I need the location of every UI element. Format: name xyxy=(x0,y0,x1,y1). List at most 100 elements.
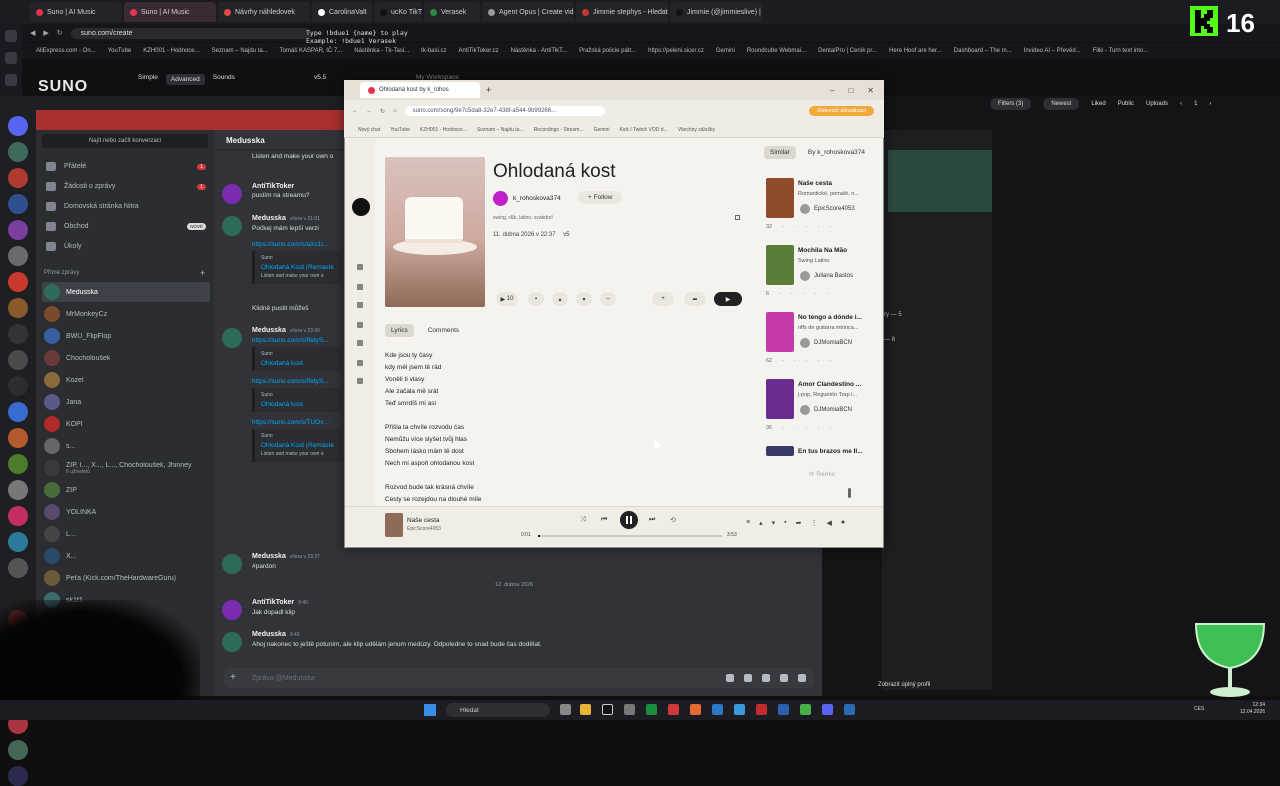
dm-item[interactable]: Kozel xyxy=(42,370,210,390)
add-to-playlist-icon[interactable]: + xyxy=(652,292,674,306)
play-button[interactable]: ▶ xyxy=(714,292,742,306)
copy-icon[interactable] xyxy=(735,215,740,220)
more-icon[interactable]: · xyxy=(826,291,828,297)
dislike-icon[interactable]: · xyxy=(794,224,796,230)
similar-artist[interactable]: DJMomiaBCN xyxy=(800,338,852,348)
dm-item[interactable]: Peťa (Kick.com/TheHardwareGuru) xyxy=(42,568,210,588)
message-author[interactable]: AntiTikToker 9:40 xyxy=(252,598,792,608)
dm-item[interactable]: Medusska xyxy=(42,282,210,302)
emoji-icon[interactable] xyxy=(780,674,788,682)
dm-nav-item[interactable]: Úkoly xyxy=(46,242,206,251)
dm-item[interactable]: L... xyxy=(42,524,210,544)
more-icon[interactable]: · xyxy=(830,224,832,230)
attach-icon[interactable]: + xyxy=(230,672,236,683)
liked-toggle[interactable]: Liked xyxy=(1091,101,1105,107)
avatar[interactable] xyxy=(222,216,242,236)
rail-icon[interactable] xyxy=(5,52,17,64)
suno-logo[interactable]: SUNO xyxy=(38,78,88,96)
similar-song-card[interactable]: Naše cesta Romantické, pomalé, n... EpicSc… xyxy=(766,178,878,242)
comment-icon[interactable]: · xyxy=(803,291,805,297)
bookmark-item[interactable]: Recordings - Stream... xyxy=(534,127,584,133)
server-icon[interactable] xyxy=(8,376,28,396)
dislike-icon[interactable]: · xyxy=(794,358,796,364)
dm-item[interactable]: Chocholoušek xyxy=(42,348,210,368)
like-icon[interactable]: · xyxy=(782,425,784,431)
app-icon[interactable] xyxy=(712,704,723,715)
player-thumbnail[interactable] xyxy=(385,513,403,537)
server-icon[interactable] xyxy=(8,194,28,214)
dm-item[interactable]: YOLINKA xyxy=(42,502,210,522)
server-icon[interactable] xyxy=(8,116,28,136)
library-nav-icon[interactable] xyxy=(357,340,363,346)
bookmark-item[interactable]: Roundcube Webmai... xyxy=(747,48,806,54)
dm-item[interactable]: MrMonkeyCz xyxy=(42,304,210,324)
link-embed[interactable]: Suno Ohlodaná Kost (Remaste Listen and mak… xyxy=(252,429,342,462)
bookmark-item[interactable]: AntiTikToker.cz xyxy=(459,48,499,54)
apps-icon[interactable] xyxy=(798,674,806,682)
bookmark-item[interactable]: KZH001 - Hodnoce... xyxy=(420,127,467,133)
dm-item[interactable]: X... xyxy=(42,546,210,566)
bookmark-item[interactable]: DentalPro | Ceník pr... xyxy=(818,48,877,54)
song-thumbnail[interactable] xyxy=(766,446,794,456)
dm-nav-item[interactable]: Domovská stránka Nitra xyxy=(46,202,206,211)
share-icon[interactable]: · xyxy=(815,291,817,297)
bookmark-item[interactable]: https://peleni.sicer.cz xyxy=(648,48,704,54)
next-page-icon[interactable]: › xyxy=(1209,101,1211,107)
similar-artist[interactable]: EpicScore4053 xyxy=(800,204,855,214)
tab-advanced[interactable]: Advanced xyxy=(165,74,205,85)
song-thumbnail[interactable] xyxy=(766,178,794,218)
workspace-row[interactable]: — 8 xyxy=(884,337,895,343)
dislike-icon[interactable]: ▾ xyxy=(576,292,592,306)
browser-icon[interactable] xyxy=(690,704,701,715)
browser-tab[interactable]: Suno | AI Music xyxy=(124,2,216,22)
bookmark-item[interactable]: Kick / Twitch VOD d... xyxy=(619,127,667,133)
embed-title[interactable]: Ohlodaná kost xyxy=(261,359,336,368)
popup-tab[interactable]: Ohlodaná kost by k_rohos xyxy=(360,82,480,98)
server-icon[interactable] xyxy=(8,402,28,422)
tab-simple[interactable]: Simple xyxy=(138,74,158,85)
bookmark-item[interactable]: Nový chat xyxy=(358,127,380,133)
pause-button[interactable] xyxy=(620,511,638,529)
dm-search-button[interactable]: Najít nebo začít konverzaci xyxy=(42,134,208,148)
gif-icon[interactable] xyxy=(744,674,752,682)
dm-item[interactable]: KOPI xyxy=(42,414,210,434)
dm-item[interactable]: BWU_FlipFlop xyxy=(42,326,210,346)
xbox-icon[interactable] xyxy=(646,704,657,715)
queue-icon[interactable]: ≡ xyxy=(746,519,750,527)
bookmark-item[interactable]: Filki - Turn text into... xyxy=(1093,48,1149,54)
dm-item[interactable]: ZIP xyxy=(42,480,210,500)
explore-nav-icon[interactable] xyxy=(357,284,363,290)
similar-title[interactable]: Amor Clandestino ... xyxy=(798,381,878,388)
taskbar-search[interactable]: Hledat xyxy=(446,703,550,717)
avatar[interactable] xyxy=(222,600,242,620)
avatar[interactable] xyxy=(222,554,242,574)
gift-icon[interactable] xyxy=(726,674,734,682)
server-icon[interactable] xyxy=(8,454,28,474)
server-icon[interactable] xyxy=(8,428,28,448)
browser-tab[interactable]: CarolinaValt xyxy=(312,2,372,22)
progress-bar[interactable] xyxy=(538,535,722,537)
dm-nav-item[interactable]: Přátelé 1 xyxy=(46,162,206,171)
share-icon[interactable]: ➦ xyxy=(796,519,802,527)
app-icon[interactable] xyxy=(800,704,811,715)
song-thumbnail[interactable] xyxy=(766,312,794,352)
server-icon[interactable] xyxy=(8,350,28,370)
server-icon[interactable] xyxy=(8,298,28,318)
embed-title[interactable]: Ohlodaná kost xyxy=(261,400,336,409)
previous-icon[interactable]: ⏮ xyxy=(601,516,607,524)
comment-icon[interactable]: · xyxy=(806,224,808,230)
public-toggle[interactable]: Public xyxy=(1118,101,1134,107)
dislike-icon[interactable]: · xyxy=(791,291,793,297)
keyboard-language[interactable]: CES xyxy=(1194,706,1204,712)
tab-comments[interactable]: Comments xyxy=(422,324,465,337)
studio-nav-icon[interactable] xyxy=(357,322,363,328)
server-icon[interactable] xyxy=(8,558,28,578)
server-icon[interactable] xyxy=(8,740,28,760)
similar-song-card[interactable]: No tengo a dónde i... riffs de guitarra i… xyxy=(766,312,878,376)
avatar[interactable] xyxy=(222,632,242,652)
share-icon[interactable]: ➦ xyxy=(684,292,706,306)
server-icon[interactable] xyxy=(8,272,28,292)
close-icon[interactable]: ✕ xyxy=(867,86,874,95)
sticker-icon[interactable] xyxy=(762,674,770,682)
message-author[interactable]: Medusska včera v 23:27 xyxy=(252,552,792,562)
